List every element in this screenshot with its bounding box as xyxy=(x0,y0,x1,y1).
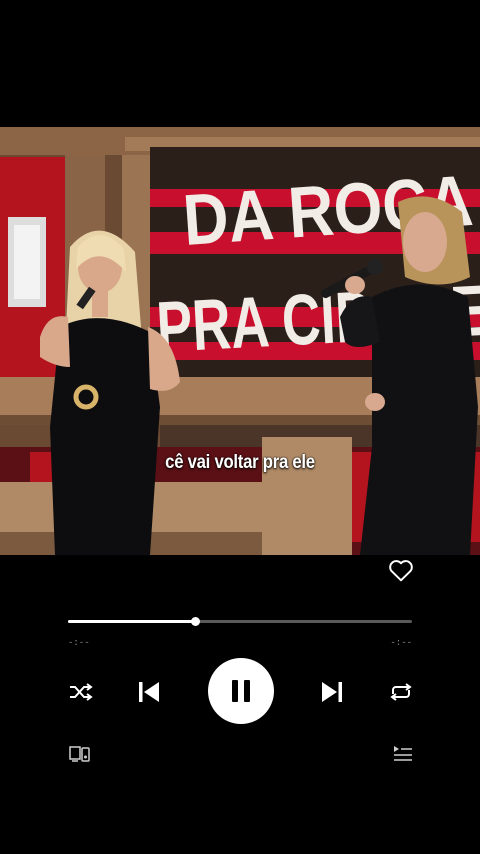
devices-icon xyxy=(69,746,90,762)
time-remaining: -:-- xyxy=(390,638,412,648)
progress-handle[interactable] xyxy=(191,617,201,626)
pause-button[interactable] xyxy=(208,658,274,724)
queue-icon xyxy=(394,746,412,761)
heart-icon xyxy=(389,560,413,582)
next-button[interactable] xyxy=(320,680,344,704)
stage-scene: DA ROÇA PRA CIDADE xyxy=(0,127,480,555)
progress-bar[interactable] xyxy=(68,617,412,626)
shuffle-button[interactable] xyxy=(68,681,94,703)
devices-button[interactable] xyxy=(69,745,91,763)
video-frame: DA ROÇA PRA CIDADE xyxy=(0,127,480,555)
repeat-icon xyxy=(390,683,412,701)
repeat-button[interactable] xyxy=(388,681,414,703)
time-elapsed: -:-- xyxy=(68,638,90,648)
queue-button[interactable] xyxy=(393,745,413,763)
like-button[interactable] xyxy=(388,558,414,582)
skip-previous-icon xyxy=(139,682,159,702)
progress-fill xyxy=(68,620,196,623)
lyrics-subtitle: cê vai voltar pra ele xyxy=(165,452,315,473)
previous-button[interactable] xyxy=(137,680,161,704)
shuffle-icon xyxy=(70,683,93,701)
skip-next-icon xyxy=(322,682,342,702)
